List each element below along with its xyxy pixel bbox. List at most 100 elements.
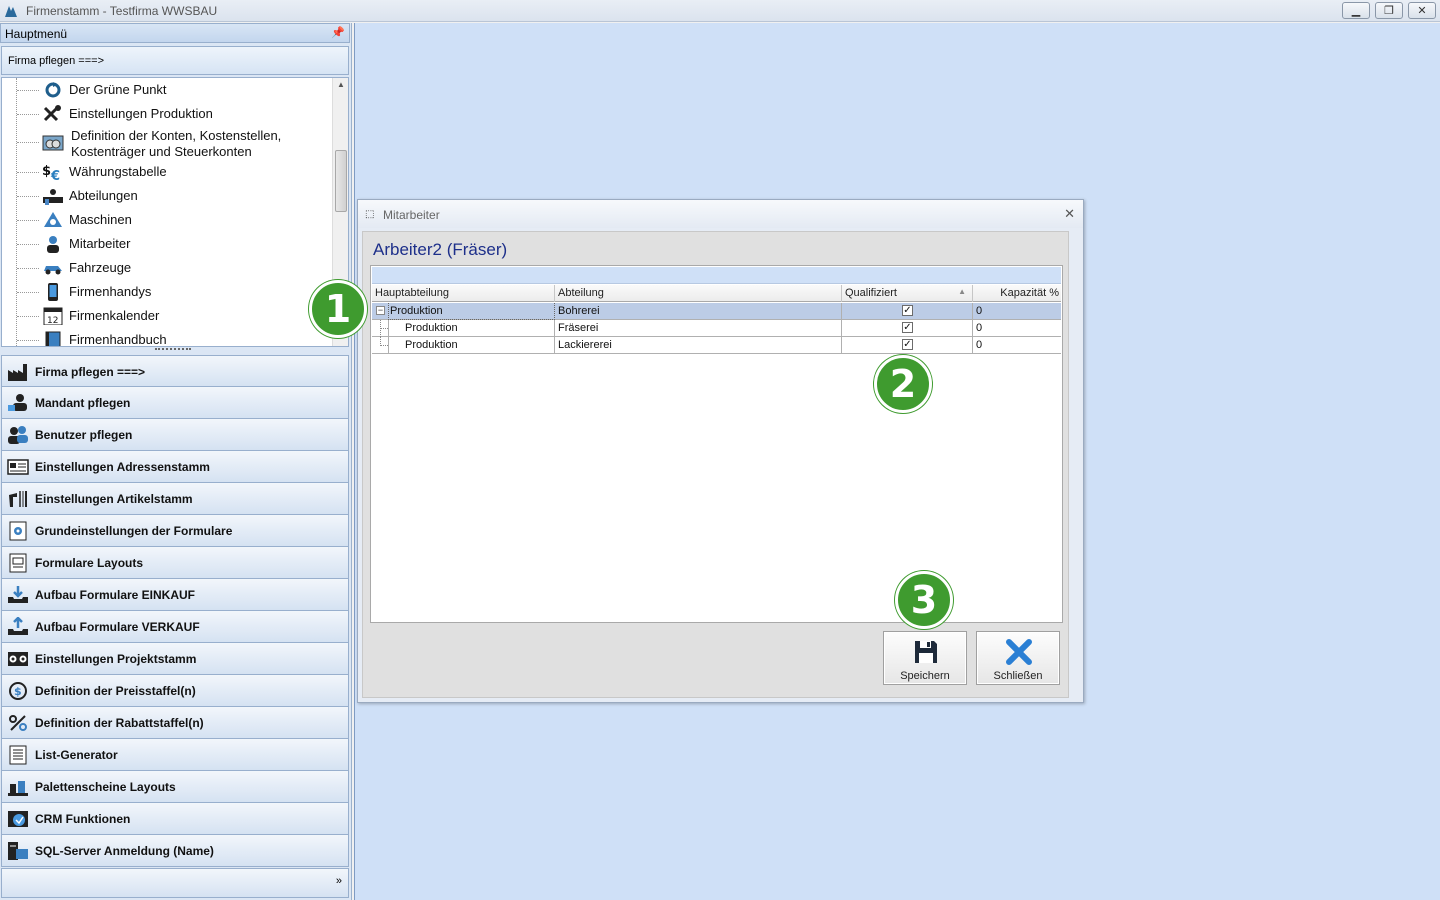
submenu-tree: Der Grüne Punkt Einstellungen Produktion… [1,77,349,347]
tree-item-maschinen[interactable]: Maschinen [2,209,332,231]
window-title-bar: Firmenstamm - Testfirma WWSBAU ▁ ❐ ✕ [0,0,1440,22]
cell-qualifiziert: ✓ [842,337,973,354]
server-icon [8,842,28,860]
tree-item-label: Maschinen [69,212,132,227]
menu-item-crm-funktionen[interactable]: CRM Funktionen [1,803,349,835]
tree-item-label: Firmenhandys [69,284,152,299]
worker-icon [47,236,59,253]
tree-item-konten[interactable]: Definition der Konten, Kostenstellen, Ko… [2,126,332,160]
tree-item-einstellungen-produktion[interactable]: Einstellungen Produktion [2,103,332,125]
tree-item-label: Fahrzeuge [69,260,132,275]
tree-item-firmenhandys[interactable]: Firmenhandys [2,281,332,303]
menu-item-benutzer-pflegen[interactable]: Benutzer pflegen [1,419,349,451]
save-button-label: Speichern [900,670,950,682]
menu-item-formulare-layouts[interactable]: Formulare Layouts [1,547,349,579]
qualifiziert-checkbox[interactable]: ✓ [902,339,913,350]
crm-icon [8,811,28,827]
form-settings-icon [9,521,27,541]
breadcrumb[interactable]: Firma pflegen ===> [1,46,349,75]
menu-item-palettenscheine[interactable]: Palettenscheine Layouts [1,771,349,803]
scroll-thumb[interactable] [335,150,347,212]
qualifiziert-checkbox[interactable]: ✓ [902,305,913,316]
app-logo-icon [5,6,17,17]
breadcrumb-label: Firma pflegen ===> [8,55,105,67]
pallet-icon [8,781,28,796]
save-button[interactable]: Speichern [883,631,967,685]
menu-item-rabattstaffel[interactable]: Definition der Rabattstaffel(n) [1,707,349,739]
menu-item-list-generator[interactable]: List-Generator [1,739,349,771]
tree-item-mitarbeiter[interactable]: Mitarbeiter [2,233,332,255]
collapse-icon[interactable]: − [376,306,385,315]
menu-item-label: Grundeinstellungen der Formulare [35,524,233,538]
employee-heading: Arbeiter2 (Fräser) [373,240,508,259]
scroll-up-icon[interactable]: ▲ [337,80,345,89]
main-menu-title: Hauptmenü [5,27,68,41]
tree-item-label: Firmenhandbuch [69,332,167,347]
currency-icon: $ € [42,164,60,181]
tree-item-abteilungen[interactable]: Abteilungen [2,185,332,207]
step-marker-3: 3 [895,571,953,629]
main-menu-list: Firma pflegen ===> Mandant pflegen Benut… [1,355,349,867]
cell-kapazitaet[interactable]: 0 [973,320,1061,337]
group-by-band [372,267,1061,284]
menu-item-label: Einstellungen Artikelstamm [35,492,193,506]
menu-item-grundeinstellungen-formulare[interactable]: Grundeinstellungen der Formulare [1,515,349,547]
menu-item-label: Mandant pflegen [35,396,131,410]
main-menu-panel: Hauptmenü 📌 Firma pflegen ===> Der Grüne… [0,23,352,900]
mitarbeiter-dialog: ⬚ Mitarbeiter ✕ Arbeiter2 (Fräser) Haupt… [357,199,1084,703]
column-header-qualifiziert[interactable]: Qualifiziert ▲ [842,285,973,302]
column-header-hauptabteilung[interactable]: Hauptabteilung [372,285,555,302]
sort-ascending-icon: ▲ [958,287,966,296]
phone-icon [48,283,58,301]
restore-button[interactable]: ❐ [1375,2,1403,19]
barcode-icon [9,491,27,507]
menu-item-label: Aufbau Formulare EINKAUF [35,588,196,602]
close-button[interactable]: Schließen [976,631,1060,685]
factory-icon [8,364,27,381]
menu-item-preisstaffel[interactable]: $ Definition der Preisstaffel(n) [1,675,349,707]
tree-item-firmenkalender[interactable]: 12 Firmenkalender [2,305,332,327]
table-row[interactable]: − Produktion Bohrerei ✓ 0 [372,303,1061,320]
cell-kapazitaet[interactable]: 0 [973,303,1061,320]
svg-text:$: $ [42,164,51,179]
dialog-close-icon[interactable]: ✕ [1064,206,1075,222]
machine-icon [44,212,62,227]
menu-item-einstellungen-projektstamm[interactable]: Einstellungen Projektstamm [1,643,349,675]
qualifiziert-checkbox[interactable]: ✓ [902,322,913,333]
menu-footer: » [1,868,349,898]
table-row[interactable]: Produktion Lackiererei ✓ 0 [372,337,1061,354]
column-header-kapazitaet[interactable]: Kapazität % [973,285,1061,302]
cell-abteilung: Bohrerei [555,303,842,320]
tree-item-firmenhandbuch[interactable]: Firmenhandbuch [2,329,332,347]
menu-item-sql-server-anmeldung[interactable]: SQL-Server Anmeldung (Name) [1,835,349,867]
menu-item-firma-pflegen[interactable]: Firma pflegen ===> [1,355,349,387]
more-menu-icon[interactable]: » [336,875,342,887]
menu-item-aufbau-einkauf[interactable]: Aufbau Formulare EINKAUF [1,579,349,611]
upload-tray-icon [8,617,28,635]
minimize-button[interactable]: ▁ [1342,2,1370,19]
tree-item-waehrungstabelle[interactable]: $ € Währungstabelle [2,161,332,183]
tree-item-label: Abteilungen [69,188,138,203]
layout-icon [9,553,27,573]
menu-item-mandant-pflegen[interactable]: Mandant pflegen [1,387,349,419]
menu-item-aufbau-verkauf[interactable]: Aufbau Formulare VERKAUF [1,611,349,643]
book-icon [45,331,61,346]
menu-item-einstellungen-artikelstamm[interactable]: Einstellungen Artikelstamm [1,483,349,515]
menu-item-label: SQL-Server Anmeldung (Name) [35,844,214,858]
pin-icon[interactable]: 📌 [331,26,345,39]
coins-icon [42,135,64,151]
cell-kapazitaet[interactable]: 0 [973,337,1061,354]
step-marker-2: 2 [874,355,932,413]
tree-item-gruener-punkt[interactable]: Der Grüne Punkt [2,79,332,101]
floppy-disk-icon [915,641,937,663]
close-window-button[interactable]: ✕ [1408,2,1436,19]
menu-item-label: Formulare Layouts [35,556,144,570]
dialog-title-bar[interactable]: ⬚ Mitarbeiter ✕ [358,200,1083,228]
window-title: Firmenstamm - Testfirma WWSBAU [26,4,218,18]
calendar-icon: 12 [43,307,63,325]
menu-item-einstellungen-adressenstamm[interactable]: Einstellungen Adressenstamm [1,451,349,483]
table-row[interactable]: Produktion Fräserei ✓ 0 [372,320,1061,337]
column-header-abteilung[interactable]: Abteilung [555,285,842,302]
tree-item-fahrzeuge[interactable]: Fahrzeuge [2,257,332,279]
panel-splitter[interactable] [155,348,191,352]
